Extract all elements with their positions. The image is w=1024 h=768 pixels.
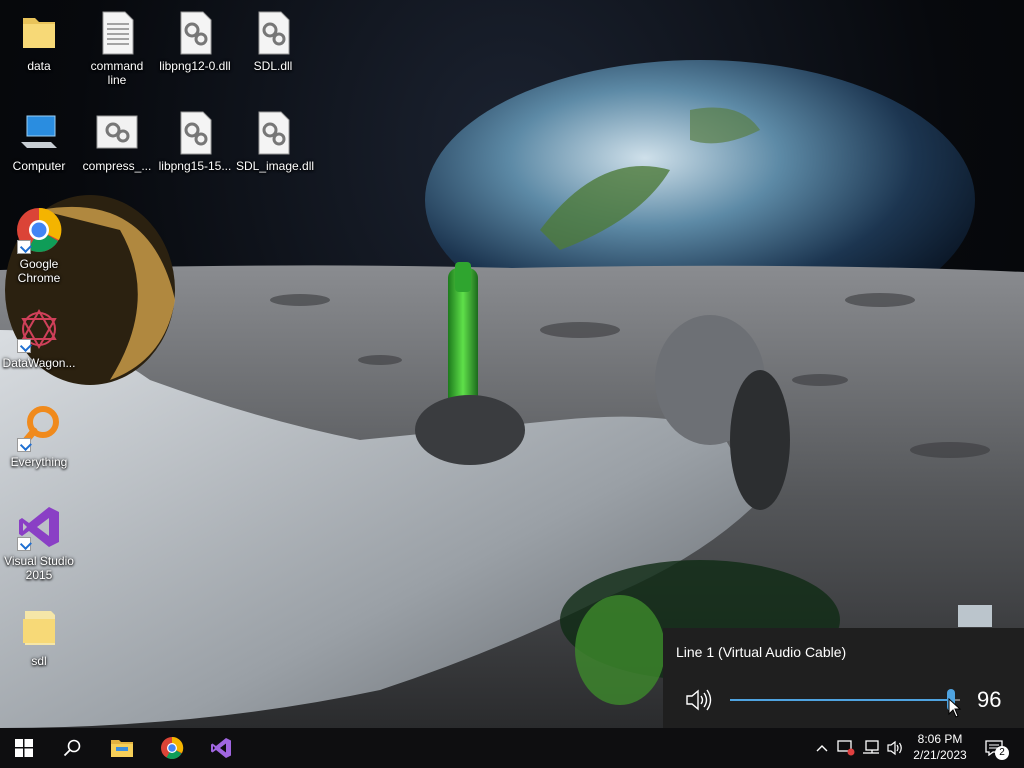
search-icon [63,739,81,757]
desktop-icon-compress[interactable]: compress_... [78,108,156,173]
desktop-icon-computer[interactable]: Computer [0,108,78,173]
action-center-button[interactable]: 2 [980,728,1009,768]
desktop-icon-command-line[interactable]: command line [78,8,156,87]
desktop-icon-sdl[interactable]: sdl [0,603,78,668]
dll-file-icon [249,108,297,156]
volume-slider-fill [730,699,951,701]
shortcut-arrow-icon [17,339,31,353]
show-hidden-icons-button[interactable] [812,728,832,768]
chrome-icon [161,736,184,759]
network-warning-icon [837,740,855,756]
volume-flyout: Line 1 (Virtual Audio Cable) 96 [663,628,1024,728]
tray-network-warning[interactable] [834,728,858,768]
volume-level-value: 96 [977,687,1002,712]
windows-start-icon [15,739,33,757]
file-explorer-icon [111,740,133,757]
folder-icon [15,603,63,651]
folder-icon [15,8,63,56]
visual-studio-icon [15,503,63,551]
dll-file-icon [249,8,297,56]
desktop-icon-libpng12[interactable]: libpng12-0.dll [156,8,234,73]
everything-search-icon [15,404,63,452]
shortcut-arrow-icon [17,240,31,254]
taskbar-clock[interactable]: 8:06 PM 2/21/2023 [910,731,970,763]
desktop-icon-sdl-image-dll[interactable]: SDL_image.dll [234,108,314,173]
shortcut-arrow-icon [17,438,31,452]
datawagon-icon [15,305,63,353]
desktop-icon-libpng15[interactable]: libpng15-15... [156,108,234,173]
speaker-mute-button[interactable] [685,688,713,712]
dll-file-icon [171,108,219,156]
speaker-icon [686,689,712,711]
shortcut-arrow-icon [17,537,31,551]
desktop-icon-sdl-dll[interactable]: SDL.dll [234,8,312,73]
tray-volume[interactable] [884,728,908,768]
network-icon [863,740,879,754]
chevron-up-icon [816,745,828,752]
taskbar-file-explorer[interactable] [98,728,146,768]
visual-studio-icon [211,738,231,758]
volume-slider[interactable] [730,689,960,711]
dll-file-icon [171,8,219,56]
taskbar-visual-studio[interactable] [197,728,245,768]
taskbar-chrome[interactable] [148,728,196,768]
taskbar: 8:06 PM 2/21/2023 2 [0,728,1024,768]
search-button[interactable] [48,728,96,768]
computer-icon [15,108,63,156]
text-file-icon [93,8,141,56]
start-button[interactable] [0,728,48,768]
chrome-icon [15,206,63,254]
speaker-icon [887,740,902,756]
desktop-icon-visual-studio[interactable]: Visual Studio 2015 [0,503,78,582]
mouse-cursor-icon [948,698,962,718]
desktop-icon-datawagon[interactable]: DataWagon... [0,305,78,370]
audio-device-name[interactable]: Line 1 (Virtual Audio Cable) [676,644,846,660]
tray-network[interactable] [859,728,883,768]
notification-count-badge: 2 [995,746,1009,760]
clock-date: 2/21/2023 [913,748,967,762]
desktop-icon-data[interactable]: data [0,8,78,73]
settings-file-icon [93,108,141,156]
desktop-icon-everything[interactable]: Everything [0,404,78,469]
clock-time: 8:06 PM [917,732,963,746]
desktop-icon-google-chrome[interactable]: Google Chrome [0,206,78,285]
